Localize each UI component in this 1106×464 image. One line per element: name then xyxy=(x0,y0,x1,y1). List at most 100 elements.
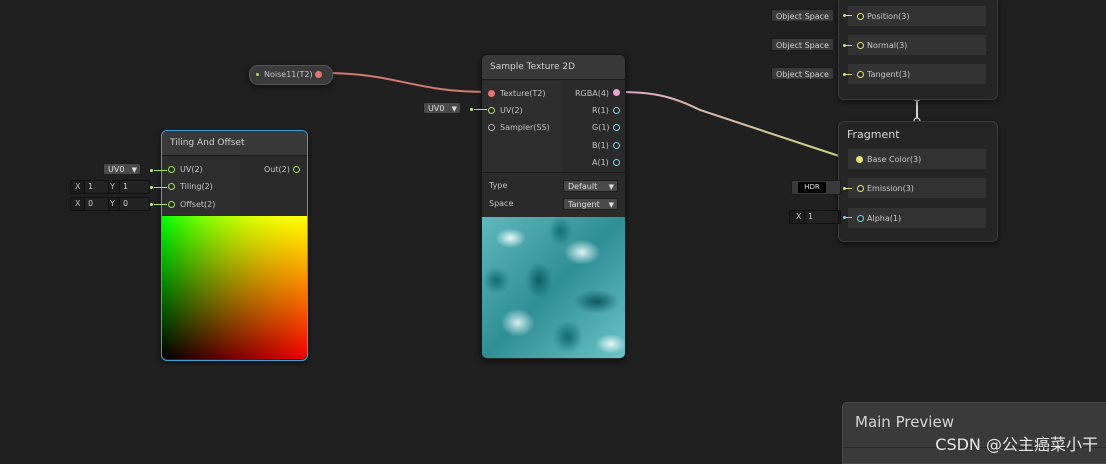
sample-b-port[interactable] xyxy=(613,142,620,149)
sample-texture-port[interactable] xyxy=(488,90,495,97)
texture-wire xyxy=(321,72,490,93)
tiling-uv-dropdown-value: UV0 xyxy=(108,165,125,174)
fragment-emission-row[interactable]: Emission(3) xyxy=(847,177,987,199)
position-space-tag[interactable]: Object Space xyxy=(771,9,834,22)
watermark: CSDN @公主癌菜小干 xyxy=(935,435,1098,454)
offset-x-input[interactable]: 0 xyxy=(84,197,109,211)
tiling-offset-label: Offset(2) xyxy=(180,200,216,209)
sample-sampler-port[interactable] xyxy=(488,124,495,131)
vertex-normal-port[interactable] xyxy=(857,42,864,49)
sample-type-dropdown[interactable]: Default ▼ xyxy=(563,180,618,192)
fragment-emission-port[interactable] xyxy=(857,185,864,192)
sample-g-label: G(1) xyxy=(592,123,610,132)
vertex-normal-row[interactable]: Normal(3) xyxy=(847,34,987,56)
tiling-out-label: Out(2) xyxy=(264,165,290,174)
sample-sampler-label: Sampler(SS) xyxy=(500,123,550,132)
vertex-normal-label: Normal(3) xyxy=(867,41,908,50)
tiling-node-title[interactable]: Tiling And Offset xyxy=(162,131,307,156)
sample-type-value: Default xyxy=(568,182,598,191)
tiling-y-input[interactable]: 1 xyxy=(119,180,150,194)
sample-uv-dropdown[interactable]: UV0 ▼ xyxy=(423,102,461,114)
tiling-tiling-port[interactable] xyxy=(168,183,175,190)
sample-texture-preview xyxy=(482,217,625,358)
normal-space-tag[interactable]: Object Space xyxy=(771,38,834,51)
emission-hdr-swatch: HDR xyxy=(798,182,826,193)
vertex-tangent-row[interactable]: Tangent(3) xyxy=(847,63,987,85)
fragment-block[interactable]: Fragment Base Color(3) Emission(3) Alpha… xyxy=(838,121,998,242)
sample-uv-port[interactable] xyxy=(488,107,495,114)
vertex-tangent-port[interactable] xyxy=(857,71,864,78)
fragment-base-color-label: Base Color(3) xyxy=(867,155,922,164)
sample-b-label: B(1) xyxy=(592,141,609,150)
sample-rgba-port[interactable] xyxy=(613,89,620,96)
tiling-offset-port[interactable] xyxy=(168,201,175,208)
vertex-tangent-label: Tangent(3) xyxy=(867,70,911,79)
vertex-position-row[interactable]: Position(3) xyxy=(847,5,987,27)
tiling-y-label: Y xyxy=(110,182,115,191)
noise-property-label: Noise11(T2) xyxy=(264,70,313,79)
tiling-preview-gradient xyxy=(162,216,307,359)
sample-type-label: Type xyxy=(489,181,508,190)
tangent-space-tag[interactable]: Object Space xyxy=(771,67,834,80)
noise-left-dot xyxy=(256,73,259,76)
tangent-space-stub xyxy=(846,74,852,75)
tiling-tiling-label: Tiling(2) xyxy=(180,182,213,191)
sample-r-port[interactable] xyxy=(613,107,620,114)
sample-texture-2d-node[interactable]: Sample Texture 2D Texture(T2) UV(2) Samp… xyxy=(481,54,626,360)
sample-space-value: Tangent xyxy=(568,200,600,209)
sample-uv-label: UV(2) xyxy=(500,106,523,115)
noise-output-port[interactable] xyxy=(315,71,322,78)
tiling-uv-connector-dot xyxy=(150,169,153,172)
tiling-offset-connector-dot xyxy=(150,203,153,206)
tiling-uv-stub xyxy=(154,170,167,171)
fragment-base-color-port[interactable] xyxy=(856,156,863,163)
vertex-position-label: Position(3) xyxy=(867,12,910,21)
position-space-stub xyxy=(846,15,852,16)
alpha-stub xyxy=(846,217,852,218)
sample-space-arrow-icon: ▼ xyxy=(608,201,614,209)
sample-space-label: Space xyxy=(489,199,514,208)
tiling-tiling-connector-dot xyxy=(150,186,153,189)
rgba-to-base-color-wire xyxy=(618,91,856,160)
fragment-base-color-row[interactable]: Base Color(3) xyxy=(847,148,987,170)
offset-y-input[interactable]: 0 xyxy=(119,197,150,211)
tiling-uv-dropdown-arrow-icon: ▼ xyxy=(131,166,137,174)
sample-uv-stub xyxy=(474,109,487,110)
main-preview-title: Main Preview xyxy=(855,413,954,431)
tiling-uv-dropdown[interactable]: UV0 ▼ xyxy=(103,163,141,175)
tiling-uv-port[interactable] xyxy=(168,166,175,173)
sample-a-label: A(1) xyxy=(592,158,609,167)
vertex-block[interactable]: Position(3) Normal(3) Tangent(3) xyxy=(838,0,998,100)
alpha-value-input[interactable]: 1 xyxy=(804,210,839,224)
sample-node-title[interactable]: Sample Texture 2D xyxy=(482,55,625,80)
sample-g-port[interactable] xyxy=(613,124,620,131)
sample-texture-label: Texture(T2) xyxy=(500,89,546,98)
tiling-out-port[interactable] xyxy=(293,166,300,173)
normal-space-stub xyxy=(846,45,852,46)
tiling-x-label: X xyxy=(75,182,81,191)
sample-uv-dropdown-value: UV0 xyxy=(428,104,445,113)
alpha-x-label: X xyxy=(796,212,802,221)
sample-type-arrow-icon: ▼ xyxy=(608,183,614,191)
vertex-position-port[interactable] xyxy=(857,13,864,20)
sample-rgba-label: RGBA(4) xyxy=(575,89,610,98)
fragment-title: Fragment xyxy=(847,128,900,141)
tiling-preview-red-layer xyxy=(162,216,307,359)
sample-settings-divider xyxy=(482,172,625,173)
fragment-emission-label: Emission(3) xyxy=(867,184,914,193)
fragment-alpha-label: Alpha(1) xyxy=(867,214,902,223)
emission-stub xyxy=(846,188,852,189)
tiling-and-offset-node[interactable]: Tiling And Offset UV(2) Tiling(2) Offset… xyxy=(161,130,308,361)
fragment-alpha-port[interactable] xyxy=(857,215,864,222)
tiling-tiling-stub xyxy=(154,187,167,188)
sample-space-dropdown[interactable]: Tangent ▼ xyxy=(563,198,618,210)
fragment-alpha-row[interactable]: Alpha(1) xyxy=(847,207,987,229)
sample-r-label: R(1) xyxy=(592,106,609,115)
noise-property-node[interactable]: Noise11(T2) xyxy=(249,65,333,85)
sample-a-port[interactable] xyxy=(613,159,620,166)
tiling-uv-label: UV(2) xyxy=(180,165,203,174)
tiling-x-input[interactable]: 1 xyxy=(84,180,109,194)
emission-color-field[interactable]: HDR xyxy=(791,180,841,195)
sample-uv-connector-dot xyxy=(470,108,473,111)
offset-y-label: Y xyxy=(110,199,115,208)
